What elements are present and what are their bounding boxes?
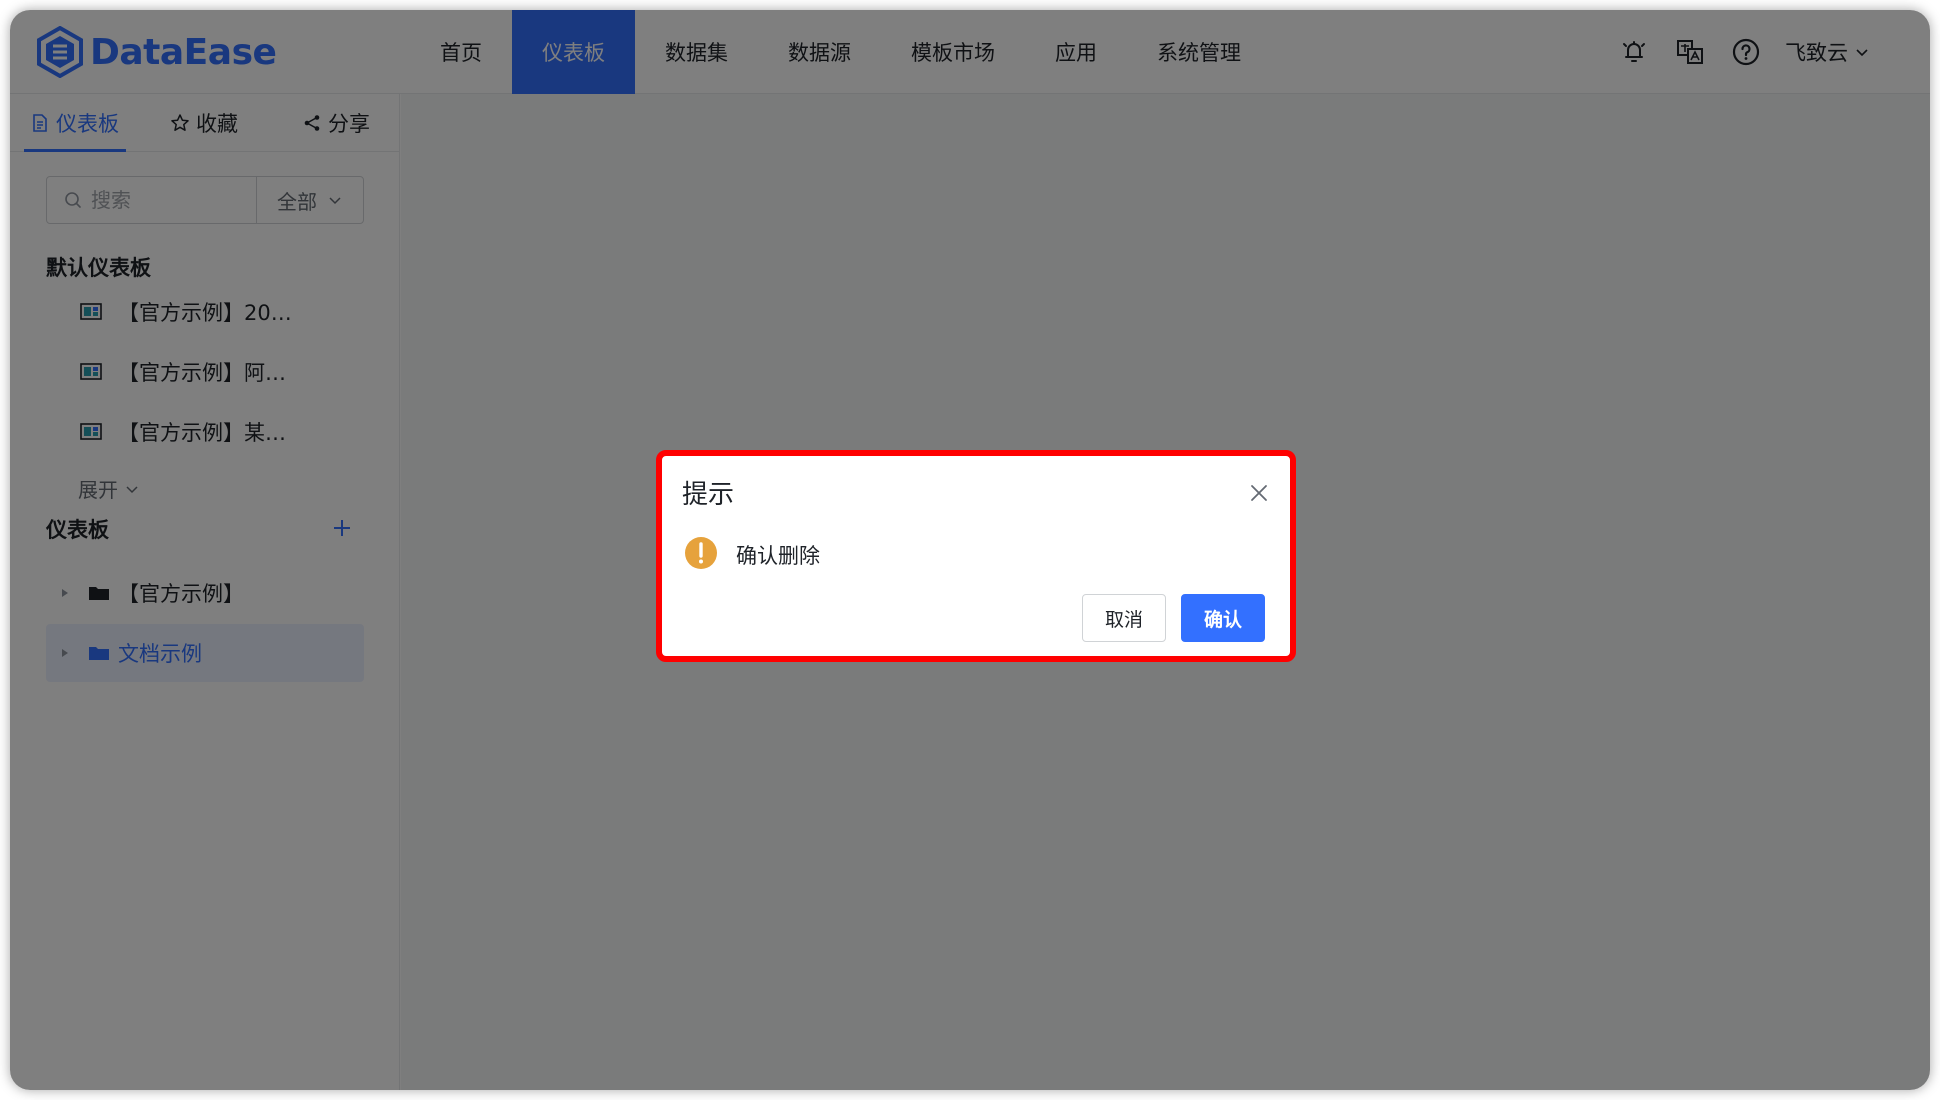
close-icon	[1251, 485, 1267, 501]
app-window: DataEase 首页 仪表板 数据集 数据源 模板市场 应用 系统管理	[10, 10, 1930, 1090]
confirm-delete-dialog: 提示 确认删除 取消 确认	[656, 450, 1296, 662]
cancel-button[interactable]: 取消	[1082, 594, 1166, 642]
warning-icon	[685, 537, 717, 569]
confirm-button[interactable]: 确认	[1181, 594, 1265, 642]
dialog-title: 提示	[682, 480, 735, 510]
dialog-message: 确认删除	[736, 544, 820, 568]
warning-icon-wrap	[684, 536, 718, 570]
dialog-close-button[interactable]	[1248, 482, 1270, 504]
